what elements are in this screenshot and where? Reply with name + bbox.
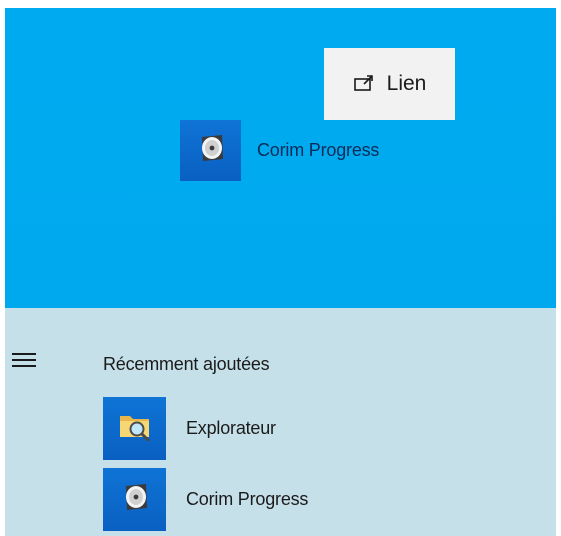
- app-item-label: Explorateur: [186, 418, 276, 438]
- link-drop-tooltip: Lien: [324, 48, 455, 120]
- hamburger-icon[interactable]: [10, 351, 38, 369]
- app-tile: [103, 468, 166, 531]
- dragged-app-name: Corim Progress: [257, 140, 380, 160]
- app-tile: [103, 397, 166, 460]
- app-item-label: Corim Progress: [186, 489, 309, 509]
- link-shortcut-icon: [353, 73, 375, 95]
- link-label: Lien: [386, 72, 427, 95]
- disc-icon: [118, 480, 152, 519]
- dragged-app-ghost: Corim Progress: [180, 120, 379, 181]
- recently-added-header: Récemment ajoutées: [103, 354, 270, 374]
- disc-icon: [194, 131, 228, 170]
- start-menu-list: Récemment ajoutées Explorateur Corim Pro…: [5, 308, 556, 536]
- app-tile: [180, 120, 241, 181]
- screen: Lien Corim Progress Récemment ajoutées E…: [0, 0, 561, 536]
- app-item-corim-progress[interactable]: Corim Progress: [103, 467, 308, 532]
- drop-target-area[interactable]: Lien Corim Progress: [5, 8, 556, 308]
- app-item-explorateur[interactable]: Explorateur: [103, 396, 276, 461]
- folder-search-icon: [115, 406, 155, 451]
